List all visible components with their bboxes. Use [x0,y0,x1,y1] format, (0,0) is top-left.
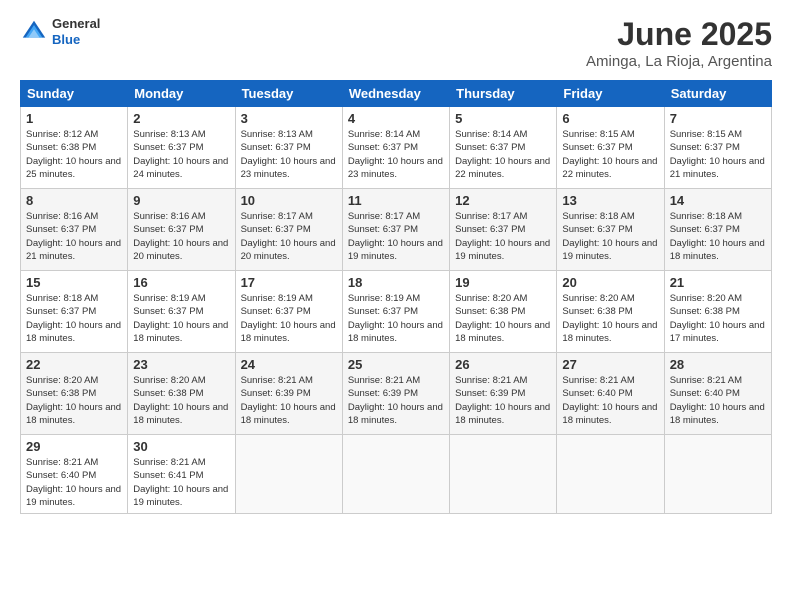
empty-cell-5 [664,435,771,514]
title-block: June 2025 Aminga, La Rioja, Argentina [586,16,772,70]
week-row-5: 29 Sunrise: 8:21 AMSunset: 6:40 PMDaylig… [21,435,772,514]
day-10: 10 Sunrise: 8:17 AMSunset: 6:37 PMDaylig… [235,189,342,271]
day-20: 20 Sunrise: 8:20 AMSunset: 6:38 PMDaylig… [557,271,664,353]
empty-cell-4 [557,435,664,514]
day-11: 11 Sunrise: 8:17 AMSunset: 6:37 PMDaylig… [342,189,449,271]
logo: General Blue [20,16,100,47]
day-7: 7 Sunrise: 8:15 AMSunset: 6:37 PMDayligh… [664,107,771,189]
col-tuesday: Tuesday [235,81,342,107]
day-3: 3 Sunrise: 8:13 AMSunset: 6:37 PMDayligh… [235,107,342,189]
empty-cell-1 [235,435,342,514]
col-wednesday: Wednesday [342,81,449,107]
week-row-2: 8 Sunrise: 8:16 AMSunset: 6:37 PMDayligh… [21,189,772,271]
logo-text: General Blue [52,16,100,47]
calendar-subtitle: Aminga, La Rioja, Argentina [586,53,772,70]
day-12: 12 Sunrise: 8:17 AMSunset: 6:37 PMDaylig… [450,189,557,271]
day-4: 4 Sunrise: 8:14 AMSunset: 6:37 PMDayligh… [342,107,449,189]
day-8: 8 Sunrise: 8:16 AMSunset: 6:37 PMDayligh… [21,189,128,271]
day-2: 2 Sunrise: 8:13 AMSunset: 6:37 PMDayligh… [128,107,235,189]
day-28: 28 Sunrise: 8:21 AMSunset: 6:40 PMDaylig… [664,353,771,435]
week-row-1: 1 Sunrise: 8:12 AMSunset: 6:38 PMDayligh… [21,107,772,189]
day-22: 22 Sunrise: 8:20 AMSunset: 6:38 PMDaylig… [21,353,128,435]
logo-icon [20,18,48,46]
col-thursday: Thursday [450,81,557,107]
col-monday: Monday [128,81,235,107]
empty-cell-2 [342,435,449,514]
day-18: 18 Sunrise: 8:19 AMSunset: 6:37 PMDaylig… [342,271,449,353]
day-29: 29 Sunrise: 8:21 AMSunset: 6:40 PMDaylig… [21,435,128,514]
day-14: 14 Sunrise: 8:18 AMSunset: 6:37 PMDaylig… [664,189,771,271]
day-5: 5 Sunrise: 8:14 AMSunset: 6:37 PMDayligh… [450,107,557,189]
day-23: 23 Sunrise: 8:20 AMSunset: 6:38 PMDaylig… [128,353,235,435]
day-6: 6 Sunrise: 8:15 AMSunset: 6:37 PMDayligh… [557,107,664,189]
day-25: 25 Sunrise: 8:21 AMSunset: 6:39 PMDaylig… [342,353,449,435]
calendar-table: Sunday Monday Tuesday Wednesday Thursday… [20,80,772,514]
day-19: 19 Sunrise: 8:20 AMSunset: 6:38 PMDaylig… [450,271,557,353]
day-9: 9 Sunrise: 8:16 AMSunset: 6:37 PMDayligh… [128,189,235,271]
day-15: 15 Sunrise: 8:18 AMSunset: 6:37 PMDaylig… [21,271,128,353]
logo-general-label: General [52,16,100,32]
week-row-3: 15 Sunrise: 8:18 AMSunset: 6:37 PMDaylig… [21,271,772,353]
calendar-header-row: Sunday Monday Tuesday Wednesday Thursday… [21,81,772,107]
day-1: 1 Sunrise: 8:12 AMSunset: 6:38 PMDayligh… [21,107,128,189]
empty-cell-3 [450,435,557,514]
day-27: 27 Sunrise: 8:21 AMSunset: 6:40 PMDaylig… [557,353,664,435]
day-30: 30 Sunrise: 8:21 AMSunset: 6:41 PMDaylig… [128,435,235,514]
day-17: 17 Sunrise: 8:19 AMSunset: 6:37 PMDaylig… [235,271,342,353]
day-21: 21 Sunrise: 8:20 AMSunset: 6:38 PMDaylig… [664,271,771,353]
page: General Blue June 2025 Aminga, La Rioja,… [0,0,792,612]
day-26: 26 Sunrise: 8:21 AMSunset: 6:39 PMDaylig… [450,353,557,435]
header: General Blue June 2025 Aminga, La Rioja,… [20,16,772,70]
calendar-title: June 2025 [586,16,772,53]
week-row-4: 22 Sunrise: 8:20 AMSunset: 6:38 PMDaylig… [21,353,772,435]
day-16: 16 Sunrise: 8:19 AMSunset: 6:37 PMDaylig… [128,271,235,353]
col-saturday: Saturday [664,81,771,107]
day-24: 24 Sunrise: 8:21 AMSunset: 6:39 PMDaylig… [235,353,342,435]
col-friday: Friday [557,81,664,107]
logo-blue-label: Blue [52,32,100,48]
col-sunday: Sunday [21,81,128,107]
day-13: 13 Sunrise: 8:18 AMSunset: 6:37 PMDaylig… [557,189,664,271]
